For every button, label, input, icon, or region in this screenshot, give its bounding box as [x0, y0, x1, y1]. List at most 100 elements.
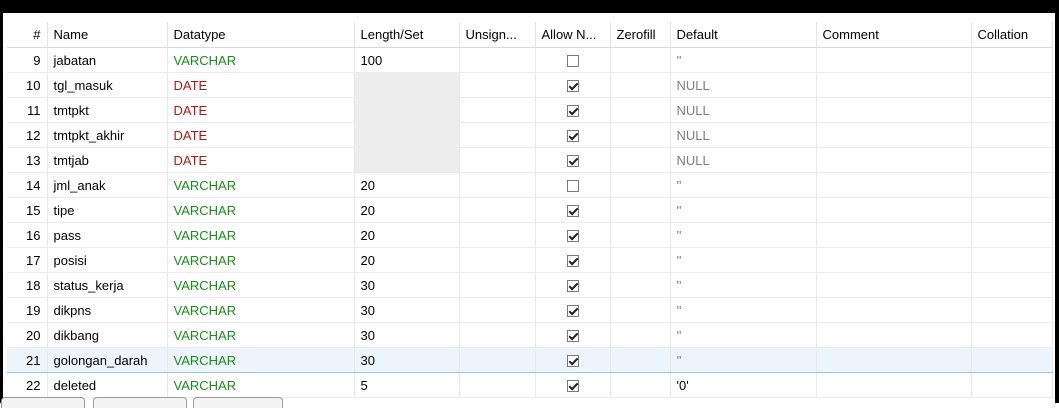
allow-null-checkbox-checked[interactable]: [566, 255, 579, 268]
table-row[interactable]: 15 tipe VARCHAR 20 '': [7, 197, 1053, 223]
zerofill-cell[interactable]: [610, 272, 671, 298]
field-name-cell[interactable]: posisi: [47, 247, 168, 273]
column-header-number[interactable]: #: [7, 22, 48, 48]
default-cell[interactable]: '': [670, 197, 817, 223]
datatype-cell[interactable]: VARCHAR: [167, 197, 355, 223]
zerofill-cell[interactable]: [610, 47, 671, 73]
default-cell[interactable]: NULL: [670, 97, 817, 123]
table-row[interactable]: 17 posisi VARCHAR 20 '': [7, 247, 1053, 273]
datatype-cell[interactable]: VARCHAR: [167, 47, 355, 73]
default-cell[interactable]: '': [670, 222, 817, 248]
datatype-cell[interactable]: DATE: [167, 147, 355, 173]
default-cell[interactable]: '0': [670, 372, 817, 398]
length-cell[interactable]: [354, 72, 460, 98]
table-row[interactable]: 16 pass VARCHAR 20 '': [7, 222, 1053, 248]
allow-null-cell[interactable]: [535, 347, 611, 373]
field-name-cell[interactable]: tgl_masuk: [47, 72, 168, 98]
datatype-cell[interactable]: DATE: [167, 97, 355, 123]
zerofill-cell[interactable]: [610, 122, 671, 148]
allow-null-cell[interactable]: [535, 372, 611, 398]
length-cell[interactable]: 100: [354, 47, 460, 73]
length-cell[interactable]: 20: [354, 247, 460, 273]
unsigned-cell[interactable]: [459, 347, 536, 373]
allow-null-checkbox-checked[interactable]: [566, 155, 579, 168]
zerofill-cell[interactable]: [610, 172, 671, 198]
collation-cell[interactable]: [971, 272, 1053, 298]
allow-null-cell[interactable]: [535, 197, 611, 223]
table-row[interactable]: 9 jabatan VARCHAR 100 '': [7, 47, 1053, 73]
length-cell[interactable]: [354, 147, 460, 173]
field-name-cell[interactable]: pass: [47, 222, 168, 248]
column-header-allow-null[interactable]: Allow N...: [535, 22, 611, 48]
unsigned-cell[interactable]: [459, 172, 536, 198]
length-cell[interactable]: 20: [354, 172, 460, 198]
comment-cell[interactable]: [816, 172, 972, 198]
default-cell[interactable]: '': [670, 297, 817, 323]
allow-null-cell[interactable]: [535, 297, 611, 323]
length-cell[interactable]: [354, 97, 460, 123]
unsigned-cell[interactable]: [459, 147, 536, 173]
zerofill-cell[interactable]: [610, 97, 671, 123]
comment-cell[interactable]: [816, 272, 972, 298]
allow-null-checkbox-checked[interactable]: [566, 230, 579, 243]
table-row[interactable]: 18 status_kerja VARCHAR 30 '': [7, 272, 1053, 298]
default-cell[interactable]: '': [670, 272, 817, 298]
allow-null-checkbox-checked[interactable]: [566, 105, 579, 118]
collation-cell[interactable]: [971, 97, 1053, 123]
allow-null-cell[interactable]: [535, 272, 611, 298]
datatype-cell[interactable]: VARCHAR: [167, 297, 355, 323]
field-name-cell[interactable]: golongan_darah: [47, 347, 168, 373]
allow-null-checkbox-checked[interactable]: [566, 130, 579, 143]
field-name-cell[interactable]: status_kerja: [47, 272, 168, 298]
datatype-cell[interactable]: VARCHAR: [167, 247, 355, 273]
collation-cell[interactable]: [971, 372, 1053, 398]
unsigned-cell[interactable]: [459, 247, 536, 273]
comment-cell[interactable]: [816, 197, 972, 223]
length-cell[interactable]: 5: [354, 372, 460, 398]
allow-null-checkbox-checked[interactable]: [566, 280, 579, 293]
default-cell[interactable]: NULL: [670, 122, 817, 148]
allow-null-checkbox-checked[interactable]: [566, 380, 579, 393]
column-header-default[interactable]: Default: [670, 22, 817, 48]
field-name-cell[interactable]: tmtjab: [47, 147, 168, 173]
column-header-name[interactable]: Name: [47, 22, 168, 48]
comment-cell[interactable]: [816, 347, 972, 373]
length-cell[interactable]: 30: [354, 297, 460, 323]
collation-cell[interactable]: [971, 47, 1053, 73]
comment-cell[interactable]: [816, 147, 972, 173]
datatype-cell[interactable]: DATE: [167, 72, 355, 98]
allow-null-checkbox-checked[interactable]: [566, 355, 579, 368]
default-cell[interactable]: '': [670, 322, 817, 348]
length-cell[interactable]: 20: [354, 197, 460, 223]
unsigned-cell[interactable]: [459, 272, 536, 298]
collation-cell[interactable]: [971, 172, 1053, 198]
unsigned-cell[interactable]: [459, 97, 536, 123]
default-cell[interactable]: '': [670, 47, 817, 73]
default-cell[interactable]: '': [670, 347, 817, 373]
allow-null-cell[interactable]: [535, 172, 611, 198]
collation-cell[interactable]: [971, 322, 1053, 348]
zerofill-cell[interactable]: [610, 197, 671, 223]
allow-null-checkbox-checked[interactable]: [566, 80, 579, 93]
table-row[interactable]: 20 dikbang VARCHAR 30 '': [7, 322, 1053, 348]
unsigned-cell[interactable]: [459, 72, 536, 98]
table-row[interactable]: 14 jml_anak VARCHAR 20 '': [7, 172, 1053, 198]
table-row[interactable]: 22 deleted VARCHAR 5 '0': [7, 372, 1053, 398]
comment-cell[interactable]: [816, 97, 972, 123]
allow-null-cell[interactable]: [535, 247, 611, 273]
default-cell[interactable]: '': [670, 172, 817, 198]
comment-cell[interactable]: [816, 222, 972, 248]
table-row[interactable]: 13 tmtjab DATE NULL: [7, 147, 1053, 173]
allow-null-cell[interactable]: [535, 147, 611, 173]
unsigned-cell[interactable]: [459, 297, 536, 323]
comment-cell[interactable]: [816, 322, 972, 348]
comment-cell[interactable]: [816, 47, 972, 73]
comment-cell[interactable]: [816, 372, 972, 398]
allow-null-checkbox-unchecked[interactable]: [566, 55, 579, 68]
allow-null-checkbox-checked[interactable]: [566, 330, 579, 343]
unsigned-cell[interactable]: [459, 372, 536, 398]
unsigned-cell[interactable]: [459, 322, 536, 348]
field-name-cell[interactable]: tmtpkt_akhir: [47, 122, 168, 148]
default-cell[interactable]: NULL: [670, 147, 817, 173]
zerofill-cell[interactable]: [610, 322, 671, 348]
